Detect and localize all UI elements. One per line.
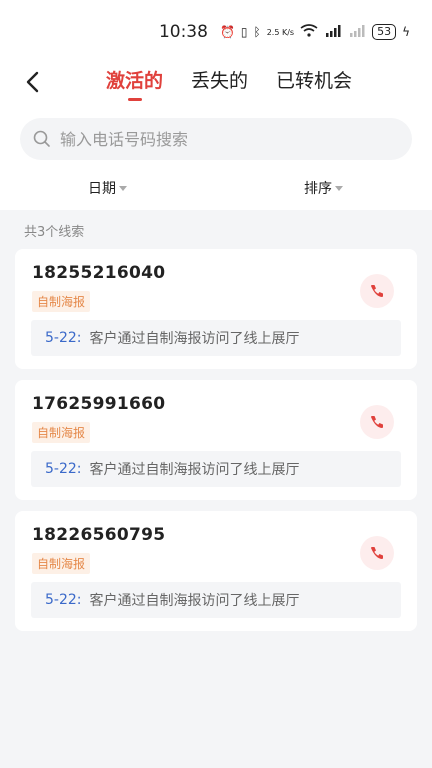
call-button[interactable] xyxy=(360,536,394,570)
alarm-icon: ⏰ xyxy=(219,25,235,39)
phone-icon xyxy=(371,547,383,559)
filter-bar: 日期 排序 xyxy=(0,178,432,198)
lead-phone: 17625991660 xyxy=(32,394,166,414)
battery-indicator: 53 xyxy=(372,24,397,40)
back-button[interactable] xyxy=(20,68,48,96)
activity-text: 客户通过自制海报访问了线上展厅 xyxy=(89,462,300,478)
lead-source-tag: 自制海报 xyxy=(32,291,91,312)
header: 激活的 丢失的 已转机会 xyxy=(0,62,432,102)
search-input[interactable] xyxy=(58,128,382,150)
status-bar: 10:38 ⏰ ▯ ᛒ 2.5 K/s 53 ϟ xyxy=(159,20,410,44)
sort-filter[interactable]: 排序 xyxy=(304,178,343,198)
lead-activity: 5-22: 客户通过自制海报访问了线上展厅 xyxy=(31,582,401,618)
signal-icon xyxy=(348,24,366,40)
lead-phone: 18226560795 xyxy=(32,525,166,545)
caret-down-icon xyxy=(119,185,127,191)
lead-card[interactable]: 18255216040 自制海报 5-22: 客户通过自制海报访问了线上展厅 xyxy=(15,249,417,369)
activity-date: 5-22: xyxy=(45,461,82,477)
activity-text: 客户通过自制海报访问了线上展厅 xyxy=(89,331,300,347)
lead-activity: 5-22: 客户通过自制海报访问了线上展厅 xyxy=(31,320,401,356)
status-time: 10:38 xyxy=(158,22,208,42)
network-speed: 2.5 K/s xyxy=(266,27,295,37)
call-button[interactable] xyxy=(360,274,394,308)
search-bar[interactable] xyxy=(20,118,412,160)
lead-source-tag: 自制海报 xyxy=(32,553,91,574)
date-filter[interactable]: 日期 xyxy=(88,178,127,198)
vibrate-icon: ▯ xyxy=(240,25,248,39)
bluetooth-icon: ᛒ xyxy=(253,25,261,39)
sort-filter-label: 排序 xyxy=(304,181,332,197)
date-filter-label: 日期 xyxy=(88,181,116,197)
lead-source-tag: 自制海报 xyxy=(32,422,91,443)
lead-card[interactable]: 17625991660 自制海报 5-22: 客户通过自制海报访问了线上展厅 xyxy=(15,380,417,500)
lead-phone: 18255216040 xyxy=(32,263,166,283)
caret-down-icon xyxy=(335,185,343,191)
chevron-left-icon xyxy=(26,71,39,93)
tab-active[interactable]: 激活的 xyxy=(106,66,163,93)
lead-card[interactable]: 18226560795 自制海报 5-22: 客户通过自制海报访问了线上展厅 xyxy=(15,511,417,631)
tab-lost[interactable]: 丢失的 xyxy=(191,66,248,93)
tab-converted[interactable]: 已转机会 xyxy=(276,66,352,93)
call-button[interactable] xyxy=(360,405,394,439)
phone-icon xyxy=(371,416,383,428)
wifi-icon xyxy=(300,24,318,40)
phone-icon xyxy=(371,285,383,297)
lead-count: 共3个线索 xyxy=(24,225,85,240)
charging-icon: ϟ xyxy=(402,25,410,39)
activity-date: 5-22: xyxy=(45,330,82,346)
signal-5g-icon xyxy=(324,24,342,40)
activity-date: 5-22: xyxy=(45,592,82,608)
activity-text: 客户通过自制海报访问了线上展厅 xyxy=(89,593,300,609)
lead-activity: 5-22: 客户通过自制海报访问了线上展厅 xyxy=(31,451,401,487)
tab-bar: 激活的 丢失的 已转机会 xyxy=(106,66,352,93)
search-icon xyxy=(33,130,50,147)
